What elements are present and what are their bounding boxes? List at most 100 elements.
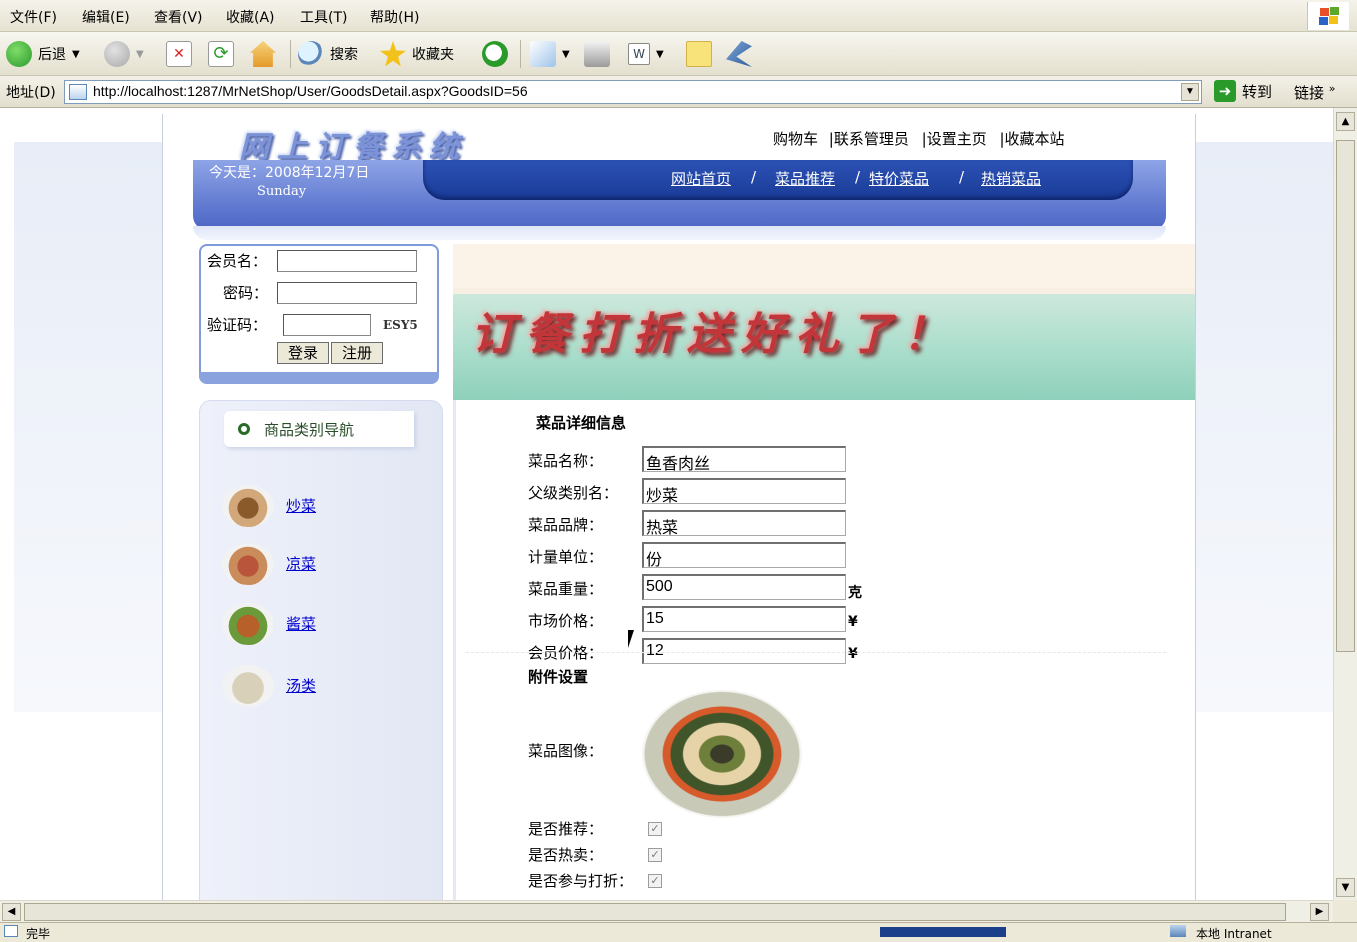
member-input[interactable] xyxy=(277,250,417,272)
menu-favorites[interactable]: 收藏(A) xyxy=(226,7,275,27)
search-icon xyxy=(298,41,324,67)
vertical-scrollbar[interactable]: ▲ ▼ xyxy=(1333,108,1357,900)
cart-link[interactable]: 购物车 xyxy=(773,130,818,148)
mail-button[interactable]: ▼ xyxy=(530,38,570,70)
address-input[interactable]: http://localhost:1287/MrNetShop/User/Goo… xyxy=(64,80,1202,104)
back-button[interactable]: 后退 ▼ xyxy=(6,38,80,70)
toolbar: 后退 ▼ ▼ ✕ ⟳ 搜索 收藏夹 ▼ W ▼ xyxy=(0,32,1357,76)
chevron-right-icon: » xyxy=(1328,82,1336,95)
windows-logo-icon xyxy=(1307,2,1349,30)
scroll-up-icon[interactable]: ▲ xyxy=(1336,112,1355,131)
horizontal-scrollbar[interactable]: ◀ ▶ xyxy=(0,900,1333,922)
search-button[interactable]: 搜索 xyxy=(298,38,358,70)
login-button[interactable]: 登录 xyxy=(277,342,329,364)
brand-field[interactable]: 热菜 xyxy=(642,510,846,537)
search-label: 搜索 xyxy=(330,47,358,63)
unit-field[interactable]: 份 xyxy=(642,542,846,569)
menu-view[interactable]: 查看(V) xyxy=(154,7,203,27)
check-label: 是否推荐： xyxy=(528,820,604,838)
back-arrow-icon xyxy=(6,41,32,67)
bookmark-site-link[interactable]: |收藏本站 xyxy=(999,130,1064,148)
go-button[interactable]: ➜ 转到 xyxy=(1214,80,1272,102)
parent-category-field[interactable]: 炒菜 xyxy=(642,478,846,505)
nav-special[interactable]: 特价菜品 xyxy=(869,168,929,189)
edit-dropdown-icon[interactable]: ▼ xyxy=(656,49,664,60)
main-nav: 网站首页 / 菜品推荐 / 特价菜品 / 热销菜品 xyxy=(423,160,1133,200)
go-label: 转到 xyxy=(1242,82,1273,101)
recommend-checkbox[interactable]: ✓ xyxy=(648,822,662,836)
page-status-icon xyxy=(4,925,18,937)
menu-tools[interactable]: 工具(T) xyxy=(300,7,347,27)
refresh-button[interactable]: ⟳ xyxy=(208,38,234,70)
scroll-down-icon[interactable]: ▼ xyxy=(1336,878,1355,897)
dish-thumbnail xyxy=(222,603,274,645)
category-link-soup[interactable]: 汤类 xyxy=(286,675,316,696)
attach-section-title: 附件设置 xyxy=(528,668,589,686)
market-price-field[interactable]: 15 xyxy=(642,606,846,632)
contact-admin-link[interactable]: |联系管理员 xyxy=(829,130,909,148)
page-icon xyxy=(69,84,87,100)
nav-hot[interactable]: 热销菜品 xyxy=(981,168,1041,189)
address-url: http://localhost:1287/MrNetShop/User/Goo… xyxy=(93,83,528,99)
detail-section-title: 菜品详细信息 xyxy=(536,414,627,432)
captcha-input[interactable] xyxy=(283,314,371,336)
mouse-cursor-icon xyxy=(628,630,640,648)
weekday-text: Sunday xyxy=(257,184,307,199)
member-label: 会员名： xyxy=(207,252,268,270)
home-button[interactable] xyxy=(250,38,276,70)
history-button[interactable] xyxy=(482,38,508,70)
intranet-icon xyxy=(1170,925,1186,937)
discount-checkbox[interactable]: ✓ xyxy=(648,874,662,888)
weight-unit: 克 xyxy=(848,585,862,601)
refresh-icon: ⟳ xyxy=(208,41,234,67)
nav-recommended[interactable]: 菜品推荐 xyxy=(775,168,835,189)
category-link-cold[interactable]: 凉菜 xyxy=(286,553,316,574)
promo-banner: 订餐打折送好礼了！ xyxy=(453,244,1195,400)
back-dropdown-icon[interactable]: ▼ xyxy=(72,49,80,60)
detail-panel: 菜品详细信息 菜品名称： 鱼香肉丝 父级类别名： 炒菜 菜品品牌： 热菜 计量单… xyxy=(453,400,1195,900)
forward-dropdown-icon[interactable]: ▼ xyxy=(136,49,144,60)
currency-unit: ¥ xyxy=(848,614,858,630)
links-button[interactable]: 链接 » xyxy=(1294,82,1336,103)
category-nav: 商品类别导航 炒菜 凉菜 酱菜 汤类 xyxy=(199,400,443,900)
print-icon xyxy=(584,41,610,67)
dish-name-field[interactable]: 鱼香肉丝 xyxy=(642,446,846,473)
password-input[interactable] xyxy=(277,282,417,304)
horizontal-scroll-thumb[interactable] xyxy=(24,903,1286,921)
mail-dropdown-icon[interactable]: ▼ xyxy=(562,49,570,60)
nav-home[interactable]: 网站首页 xyxy=(671,168,731,189)
stop-button[interactable]: ✕ xyxy=(166,38,192,70)
dish-thumbnail xyxy=(222,543,274,585)
category-link-pickled[interactable]: 酱菜 xyxy=(286,613,316,634)
scroll-right-icon[interactable]: ▶ xyxy=(1310,903,1329,921)
forward-button[interactable]: ▼ xyxy=(104,38,144,70)
scroll-left-icon[interactable]: ◀ xyxy=(2,903,21,921)
register-button[interactable]: 注册 xyxy=(331,342,383,364)
links-label: 链接 xyxy=(1294,84,1325,102)
address-dropdown-icon[interactable]: ▼ xyxy=(1181,83,1199,101)
menu-file[interactable]: 文件(F) xyxy=(10,7,57,27)
print-button[interactable] xyxy=(584,38,610,70)
discuss-button[interactable] xyxy=(686,38,712,70)
address-label: 地址(D) xyxy=(6,85,56,101)
captcha-label: 验证码： xyxy=(207,316,268,334)
forward-arrow-icon xyxy=(104,41,130,67)
dish-thumbnail xyxy=(222,665,274,707)
word-icon: W xyxy=(628,43,650,65)
back-label: 后退 xyxy=(38,47,66,63)
weight-field[interactable]: 500 xyxy=(642,574,846,600)
messenger-button[interactable] xyxy=(726,38,752,70)
field-label: 菜品名称： xyxy=(528,452,604,470)
member-price-field[interactable]: 12 xyxy=(642,638,846,664)
favorites-label: 收藏夹 xyxy=(412,47,454,63)
progress-area xyxy=(880,927,1006,937)
category-header: 商品类别导航 xyxy=(224,411,414,447)
favorites-button[interactable]: 收藏夹 xyxy=(380,38,454,70)
hot-sale-checkbox[interactable]: ✓ xyxy=(648,848,662,862)
menu-edit[interactable]: 编辑(E) xyxy=(82,7,130,27)
vertical-scroll-thumb[interactable] xyxy=(1336,140,1355,652)
menu-help[interactable]: 帮助(H) xyxy=(370,7,419,27)
set-homepage-link[interactable]: |设置主页 xyxy=(922,130,987,148)
edit-button[interactable]: W ▼ xyxy=(628,38,664,70)
category-link-stirfry[interactable]: 炒菜 xyxy=(286,495,316,516)
